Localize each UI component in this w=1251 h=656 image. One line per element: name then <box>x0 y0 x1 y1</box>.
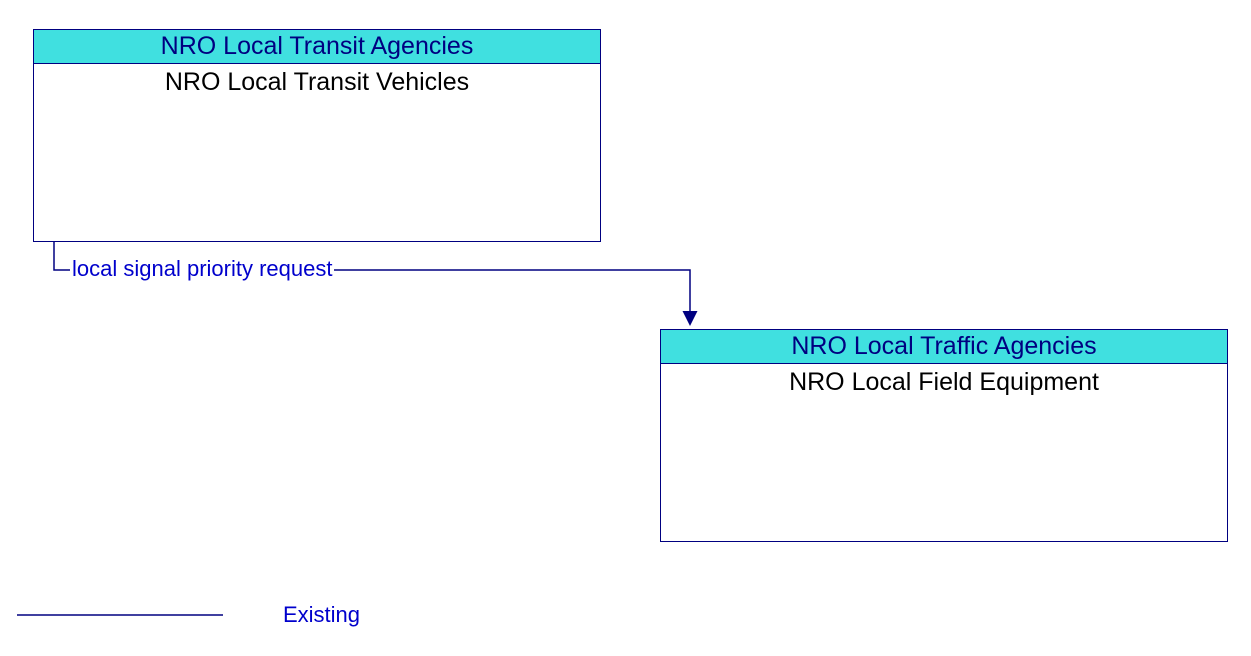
entity-box-transit-vehicles: NRO Local Transit Agencies NRO Local Tra… <box>33 29 601 242</box>
entity-box-field-equipment: NRO Local Traffic Agencies NRO Local Fie… <box>660 329 1228 542</box>
flow-line-signal-priority <box>54 242 690 323</box>
entity-box-body: NRO Local Transit Vehicles <box>34 64 600 97</box>
flow-label-signal-priority: local signal priority request <box>70 256 334 282</box>
entity-box-body: NRO Local Field Equipment <box>661 364 1227 397</box>
entity-box-header: NRO Local Transit Agencies <box>34 30 600 64</box>
entity-box-header: NRO Local Traffic Agencies <box>661 330 1227 364</box>
legend-label-existing: Existing <box>283 602 360 628</box>
